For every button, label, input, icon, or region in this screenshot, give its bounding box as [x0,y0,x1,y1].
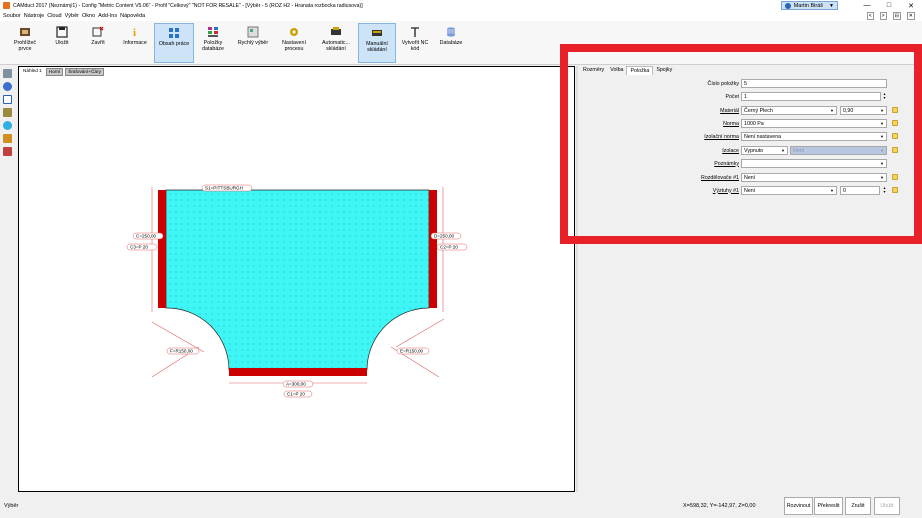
top-connector-label: S1=PITTSBURGH [205,186,243,191]
mdi-prev-button[interactable]: < [866,12,874,20]
nastaveni-procesu-button[interactable]: Nastavení procesu [274,23,314,63]
drawing-canvas[interactable]: Náhled 1 Horní Šrafování+Čáry S1=PITTSBU… [18,66,575,492]
informace-button[interactable]: i Informace [116,23,154,63]
edit-tool-icon[interactable] [3,108,12,117]
duct-drawing: S1=PITTSBURGH C=250,00 C3=P 20 D=250,00 … [126,184,468,398]
zavrit-button[interactable]: Zavřít [80,23,116,63]
user-name: Martin Biráš [793,2,824,9]
menu-napoveda[interactable]: Nápověda [120,13,145,19]
nc-code-icon [411,27,419,37]
paint-icon[interactable] [3,147,12,156]
ulozit-button[interactable]: Uložit [44,23,80,63]
status-text: Výběr [4,503,19,509]
right-flange [429,190,437,308]
rychly-vyber-button[interactable]: Rychlý výběr [232,23,274,63]
menu-cloud[interactable]: Cloud [47,13,61,19]
informace-label: Informace [123,40,147,46]
polozky-databaze-button[interactable]: Položky databáze [194,23,232,63]
left-dim-label: C=250,00 [136,234,156,239]
left-toolbar [3,69,15,209]
left-connector-label: C3=P 20 [130,245,148,250]
left-flange [158,190,166,308]
prekreslit-button[interactable]: Překreslit [814,497,843,515]
nesting-manual-icon [372,30,382,36]
save-icon [56,26,68,38]
databaze-button[interactable]: Databáze [434,23,468,63]
gear-icon [290,28,298,36]
manualni-skladani-label: Manuální skládání [366,41,388,53]
left-radius-label: F=R150,00 [170,349,193,354]
menu-bar: Soubor Nástroje Cloud Výběr Okno Add-Ins… [0,11,922,21]
database-icon [447,27,455,37]
status-bar: Výběr X=598,32, Y=-142,97, Z=0,00 Rozvin… [0,493,922,518]
app-logo-icon [3,2,10,9]
view-tool-icon[interactable] [3,69,12,78]
browser-icon [20,28,30,36]
prohlizec-button[interactable]: Prohlížeč prvce [6,23,44,63]
polozky-databaze-label: Položky databáze [202,40,224,52]
ulozit-label: Uložit [55,40,69,46]
bottom-connector-label: C1=P 20 [287,392,305,397]
menu-soubor[interactable]: Soubor [3,13,21,19]
bottom-dim-label: A=300,00 [286,382,306,387]
ulozit-status-button: Uložit [874,497,900,515]
minimize-button[interactable]: — [856,2,878,9]
nesting-auto-icon [331,27,341,35]
bottom-flange [229,368,367,376]
zavrit-label: Zavřít [91,40,105,46]
mdi-close-button[interactable]: ✕ [906,12,915,20]
right-dim-label: D=250,00 [434,234,454,239]
prohlizec-label: Prohlížeč prvce [13,40,37,52]
menu-nastroje[interactable]: Nástroje [24,13,44,19]
manualni-skladani-button[interactable]: Manuální skládání [358,23,396,63]
text-tool-icon[interactable] [3,95,12,104]
zoom-icon[interactable] [3,82,12,91]
title-bar: CAMduct 2017 (Neznámý1) - Config "Metric… [0,0,922,11]
menu-addins[interactable]: Add-Ins [98,13,117,19]
right-connector-label: C2=P 20 [440,245,458,250]
user-icon [784,2,791,9]
close-doc-icon [92,26,104,37]
pin-icon[interactable] [3,134,12,143]
automaticke-skladani-label: Automatic... skládání [322,40,350,52]
svg-text:i: i [133,27,136,38]
vytvorit-nc-button[interactable]: Vytvořit NC kód [396,23,434,63]
mdi-restore-button[interactable]: ⊟ [892,12,901,20]
vytvorit-nc-label: Vytvořit NC kód [401,40,429,52]
rychly-vyber-label: Rychlý výběr [237,40,269,46]
chevron-down-icon: ▼ [829,2,834,9]
nastaveni-procesu-label: Nastavení procesu [282,40,306,52]
zrusit-button[interactable]: Zrušit [845,497,871,515]
maximize-button[interactable]: □ [878,2,900,9]
globe-icon[interactable] [3,121,12,130]
highlight-rectangle [560,44,922,244]
obsah-prace-label: Obsah práce [158,41,190,47]
window-title: CAMduct 2017 (Neznámý1) - Config "Metric… [13,2,363,9]
right-radius-label: E=R150,00 [400,349,424,354]
menu-okno[interactable]: Okno [82,13,95,19]
info-icon: i [133,27,136,38]
close-button[interactable]: ✕ [900,2,922,10]
grid-icon [169,28,179,38]
cursor-coordinates: X=598,32, Y=-142,97, Z=0,00 [683,503,756,509]
obsah-prace-button[interactable]: Obsah práce [154,23,194,63]
user-account-dropdown[interactable]: Martin Biráš ▼ [780,1,838,10]
database-items-icon [208,27,218,37]
quick-select-icon [247,26,259,38]
rozvinout-button[interactable]: Rozvinout [784,497,813,515]
mdi-next-button[interactable]: > [879,12,887,20]
automaticke-skladani-button[interactable]: Automatic... skládání [314,23,358,63]
databaze-label: Databáze [439,40,463,46]
menu-vyber[interactable]: Výběr [65,13,79,19]
